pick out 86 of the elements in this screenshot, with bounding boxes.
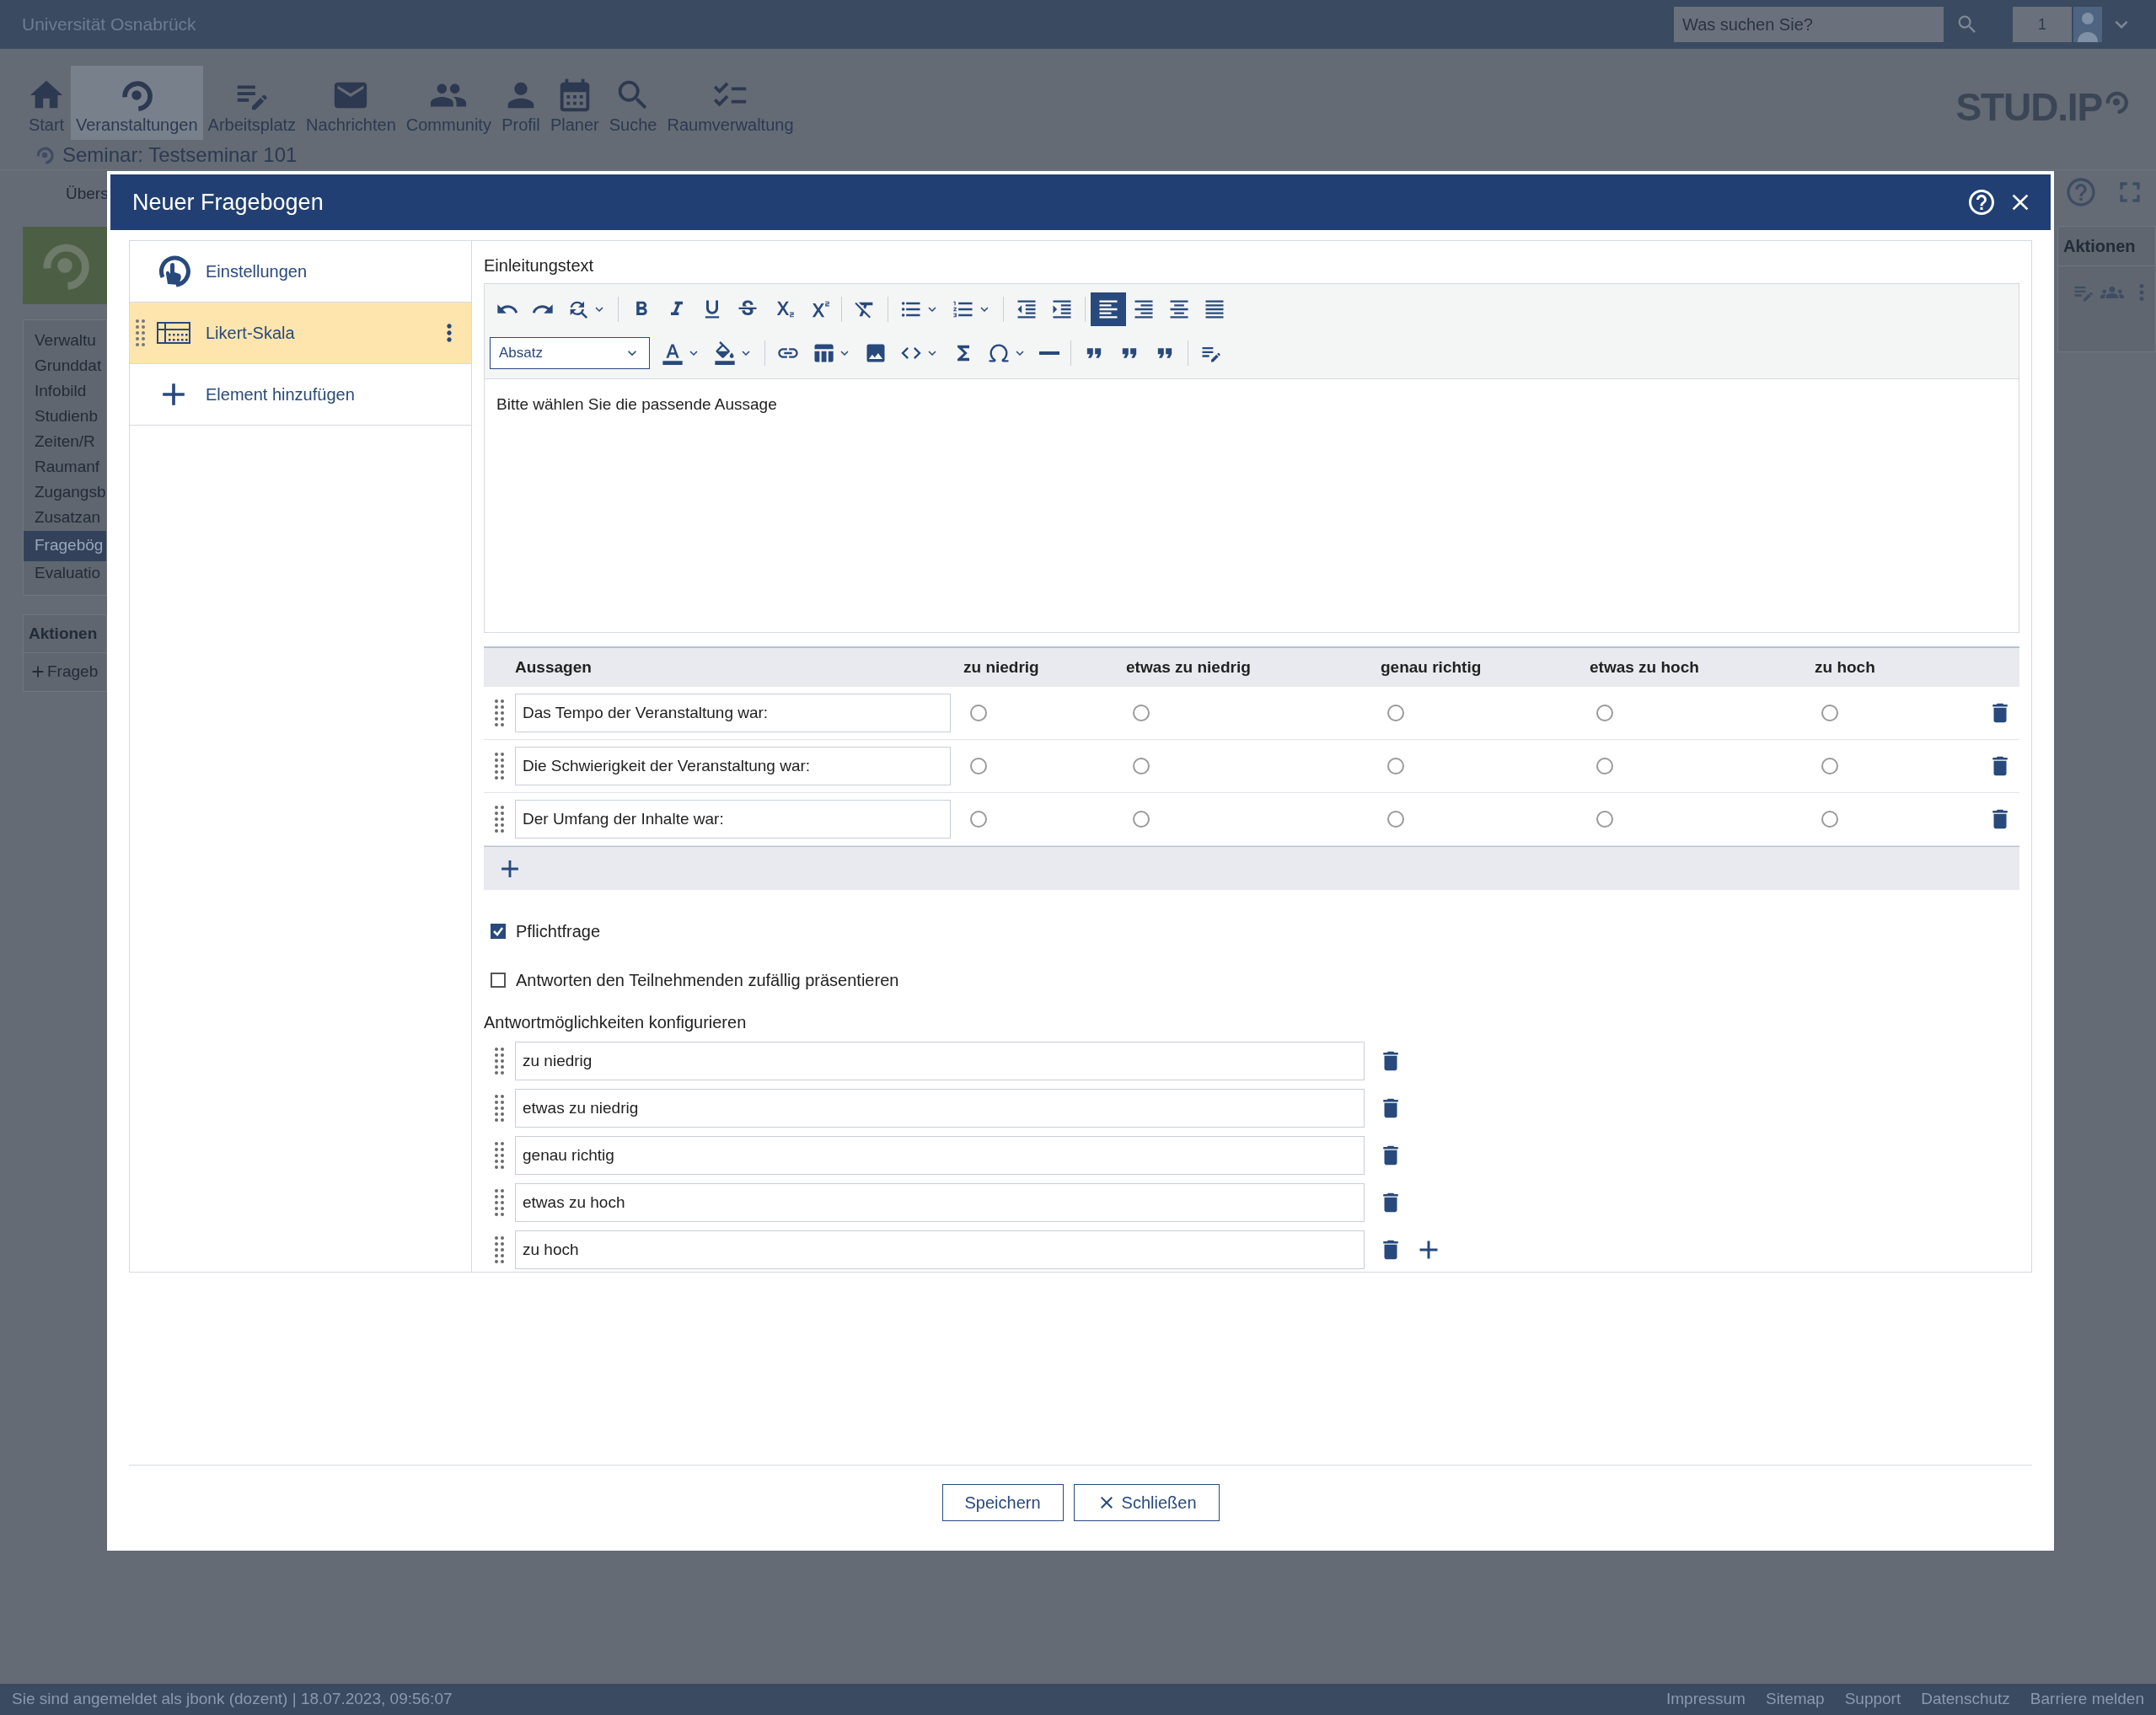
drag-handle-icon: [494, 1094, 505, 1123]
login-info: Sie sind angemeldet als jbonk (dozent) | 18.07.2023, 09:56:07: [12, 1689, 453, 1710]
drag-handle-icon: [494, 752, 505, 780]
column-header: etwas zu niedrig: [1126, 657, 1252, 678]
radio-button[interactable]: [1133, 811, 1150, 828]
sidebar-item[interactable]: Zeiten/R: [24, 429, 106, 455]
drag-handle-icon: [494, 1235, 505, 1264]
nav-item[interactable]: Nachrichten: [301, 66, 401, 140]
radio-button[interactable]: [1387, 811, 1404, 828]
answers-label: Antwortmöglichkeiten konfigurieren: [484, 1012, 748, 1033]
radio-button[interactable]: [1821, 811, 1838, 828]
sidebar-item[interactable]: Fragebög: [24, 530, 106, 561]
notification-count[interactable]: 1: [2013, 7, 2072, 42]
sidebar-item[interactable]: Studienb: [24, 404, 106, 430]
column-header: zu niedrig: [963, 657, 1040, 678]
drag-handle-icon: [494, 1188, 505, 1217]
action-link[interactable]: Frageb: [47, 660, 99, 684]
radio-button[interactable]: [1821, 705, 1838, 721]
format-select[interactable]: Absatz: [490, 337, 650, 369]
answer-field[interactable]: zu hoch: [515, 1230, 1365, 1269]
sidebar-item[interactable]: Zugangsb: [24, 480, 106, 506]
radio-button[interactable]: [1133, 705, 1150, 721]
course-title: Seminar: Testseminar 101: [62, 142, 298, 168]
checkbox-label: Antworten den Teilnehmenden zufällig präsentieren: [516, 970, 899, 991]
nav-item[interactable]: Start: [22, 66, 71, 140]
align-left-button[interactable]: [1091, 292, 1126, 326]
radio-button[interactable]: [1387, 705, 1404, 721]
checkbox[interactable]: [491, 924, 506, 939]
drag-handle-icon: [494, 805, 505, 833]
answer-field[interactable]: genau richtig: [515, 1136, 1365, 1175]
footer-link[interactable]: Impressum: [1666, 1687, 1746, 1712]
column-header: zu hoch: [1815, 657, 1876, 678]
sidebar-item[interactable]: Evaluatio: [24, 560, 106, 587]
sidebar-item[interactable]: Infobild: [24, 378, 106, 405]
footer-link[interactable]: Support: [1844, 1687, 1901, 1712]
radio-button[interactable]: [1596, 705, 1613, 721]
actions-title: Aktionen: [24, 614, 106, 653]
editor-text[interactable]: Bitte wählen Sie die passende Aussage: [496, 395, 777, 413]
radio-button[interactable]: [970, 758, 987, 774]
help-icon[interactable]: [1966, 187, 1997, 217]
search-field[interactable]: Was suchen Sie?: [1674, 7, 1944, 42]
radio-button[interactable]: [1596, 811, 1613, 828]
statement-field[interactable]: Der Umfang der Inhalte war:: [515, 800, 951, 839]
column-header: etwas zu hoch: [1590, 657, 1700, 678]
close-button[interactable]: Schließen: [1073, 1483, 1220, 1521]
radio-button[interactable]: [1387, 758, 1404, 774]
editor-label: Einleitungstext: [484, 255, 595, 276]
course-tab[interactable]: Übers: [0, 170, 107, 206]
drag-handle-icon: [494, 1047, 505, 1075]
checkbox[interactable]: [491, 973, 506, 988]
checkbox-label: Pflichtfrage: [516, 921, 601, 942]
nav-item[interactable]: Suche: [603, 66, 662, 140]
radio-button[interactable]: [1596, 758, 1613, 774]
radio-button[interactable]: [1821, 758, 1838, 774]
dialog-title: Neuer Fragebogen: [132, 188, 324, 217]
sidebar-item[interactable]: Raumanf: [24, 454, 106, 480]
actions-title: Aktionen: [2058, 227, 2155, 266]
save-button[interactable]: Speichern: [941, 1483, 1064, 1521]
nav-item[interactable]: Raumverwaltung: [662, 66, 799, 140]
answer-field[interactable]: zu niedrig: [515, 1042, 1365, 1080]
column-header: Aussagen: [515, 657, 593, 678]
drag-handle-icon: [136, 319, 146, 347]
statement-field[interactable]: Die Schwierigkeit der Veranstaltung war:: [515, 747, 951, 785]
column-header: genau richtig: [1381, 657, 1483, 678]
nav-item[interactable]: Veranstaltungen: [71, 66, 203, 140]
sidebar-item[interactable]: Zusatzan: [24, 505, 106, 531]
element-item[interactable]: Likert-Skala: [130, 303, 471, 364]
drag-handle-icon: [494, 1141, 505, 1170]
footer-link[interactable]: Datenschutz: [1921, 1687, 2010, 1712]
nav-item[interactable]: Planer: [544, 66, 604, 140]
nav-item[interactable]: Arbeitsplatz: [202, 66, 302, 140]
nav-item[interactable]: Profil: [496, 66, 545, 140]
statement-field[interactable]: Das Tempo der Veranstaltung war:: [515, 694, 951, 732]
fill-color-icon: [713, 341, 737, 365]
footer-link[interactable]: Barriere melden: [2030, 1687, 2144, 1712]
footer-link[interactable]: Sitemap: [1765, 1687, 1825, 1712]
radio-button[interactable]: [1133, 758, 1150, 774]
sidebar-item[interactable]: Verwaltu: [24, 328, 106, 354]
answer-field[interactable]: etwas zu hoch: [515, 1183, 1365, 1222]
nav-item[interactable]: Community: [400, 66, 496, 140]
radio-button[interactable]: [970, 811, 987, 828]
grid-icon: [157, 322, 190, 344]
sidebar-item[interactable]: Grunddat: [24, 353, 106, 379]
radio-button[interactable]: [970, 705, 987, 721]
answer-field[interactable]: etwas zu niedrig: [515, 1089, 1365, 1128]
drag-handle-icon: [494, 699, 505, 727]
